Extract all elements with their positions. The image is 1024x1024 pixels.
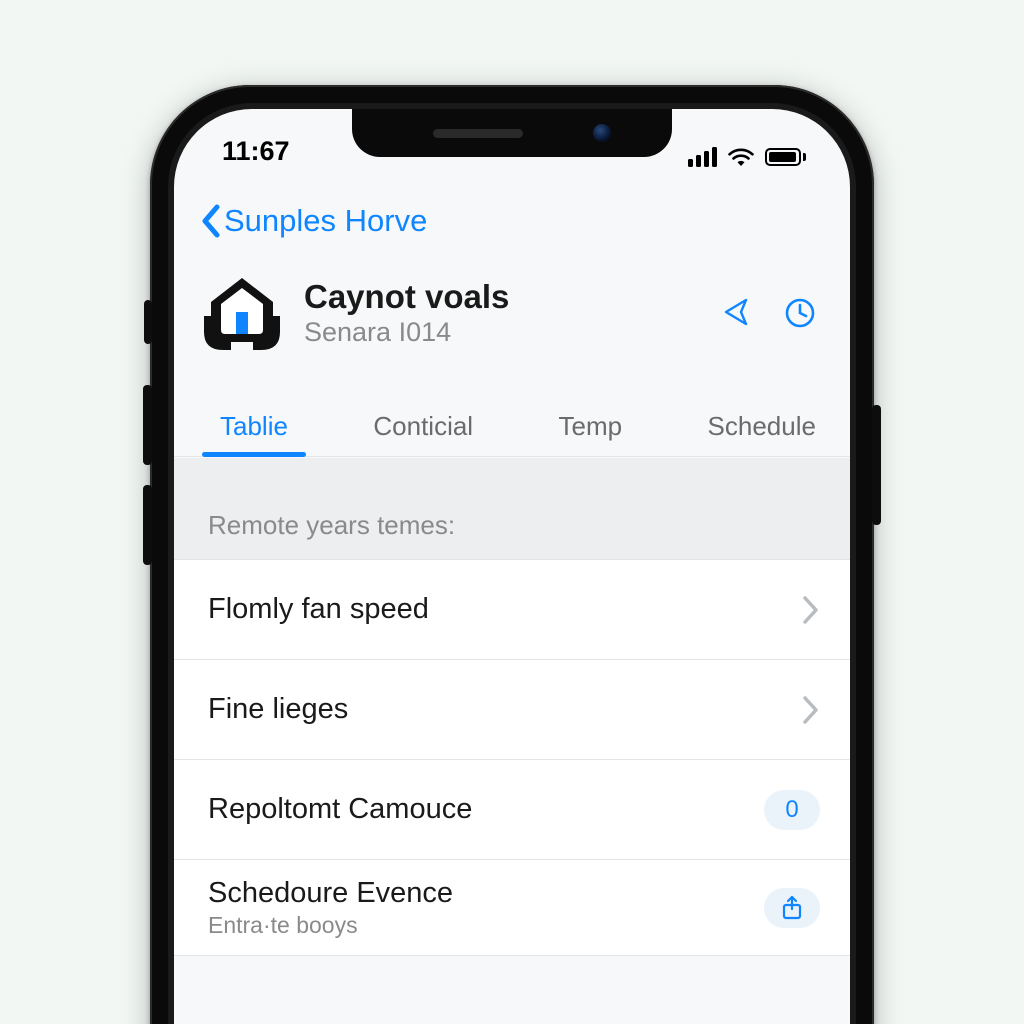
- tab-tablie[interactable]: Tablie: [214, 411, 294, 456]
- chevron-right-icon: [802, 595, 820, 625]
- back-button[interactable]: Sunples Horve: [200, 203, 427, 239]
- tab-schedule[interactable]: Schedule: [702, 411, 822, 456]
- battery-icon: [765, 148, 806, 166]
- list-item[interactable]: Fine lieges: [174, 660, 850, 760]
- count-badge: 0: [764, 790, 820, 830]
- share-button[interactable]: [764, 888, 820, 928]
- section-title: Remote years temes:: [208, 510, 455, 541]
- list-item[interactable]: Repoltomt Camouce 0: [174, 760, 850, 860]
- phone-notch: [352, 109, 672, 157]
- chevron-left-icon: [200, 204, 222, 238]
- row-sublabel: Entra·te booys: [208, 912, 764, 939]
- status-time: 11:67: [222, 136, 290, 167]
- row-label: Fine lieges: [208, 693, 802, 726]
- phone-silence-switch: [144, 300, 152, 344]
- clock-icon[interactable]: [784, 297, 816, 329]
- phone-frame: 11:67: [150, 85, 874, 1024]
- phone-volume-up: [143, 385, 152, 465]
- list-item[interactable]: Flomly fan speed: [174, 560, 850, 660]
- device-home-icon: [200, 271, 284, 355]
- tab-temp[interactable]: Temp: [553, 411, 629, 456]
- section-header: Remote years temes:: [174, 458, 850, 560]
- tab-bar: Tablie Conticial Temp Schedule: [174, 399, 850, 457]
- page-title: Caynot voals: [304, 278, 724, 316]
- chevron-right-icon: [802, 695, 820, 725]
- row-label: Repoltomt Camouce: [208, 793, 764, 826]
- screen: 11:67: [174, 109, 850, 1024]
- phone-power-button: [872, 405, 881, 525]
- cellular-icon: [688, 147, 717, 167]
- tab-conticial[interactable]: Conticial: [367, 411, 479, 456]
- row-label: Schedoure Evence: [208, 877, 764, 910]
- back-label: Sunples Horve: [224, 203, 427, 239]
- row-label: Flomly fan speed: [208, 593, 802, 626]
- send-icon[interactable]: [724, 298, 750, 328]
- settings-list: Flomly fan speed Fine lieges: [174, 560, 850, 956]
- list-item[interactable]: Schedoure Evence Entra·te booys: [174, 860, 850, 956]
- page-subtitle: Senara I014: [304, 317, 724, 348]
- phone-speaker: [433, 129, 523, 138]
- phone-volume-down: [143, 485, 152, 565]
- wifi-icon: [727, 147, 755, 167]
- phone-front-camera: [593, 124, 611, 142]
- page-header: Caynot voals Senara I014: [200, 271, 824, 355]
